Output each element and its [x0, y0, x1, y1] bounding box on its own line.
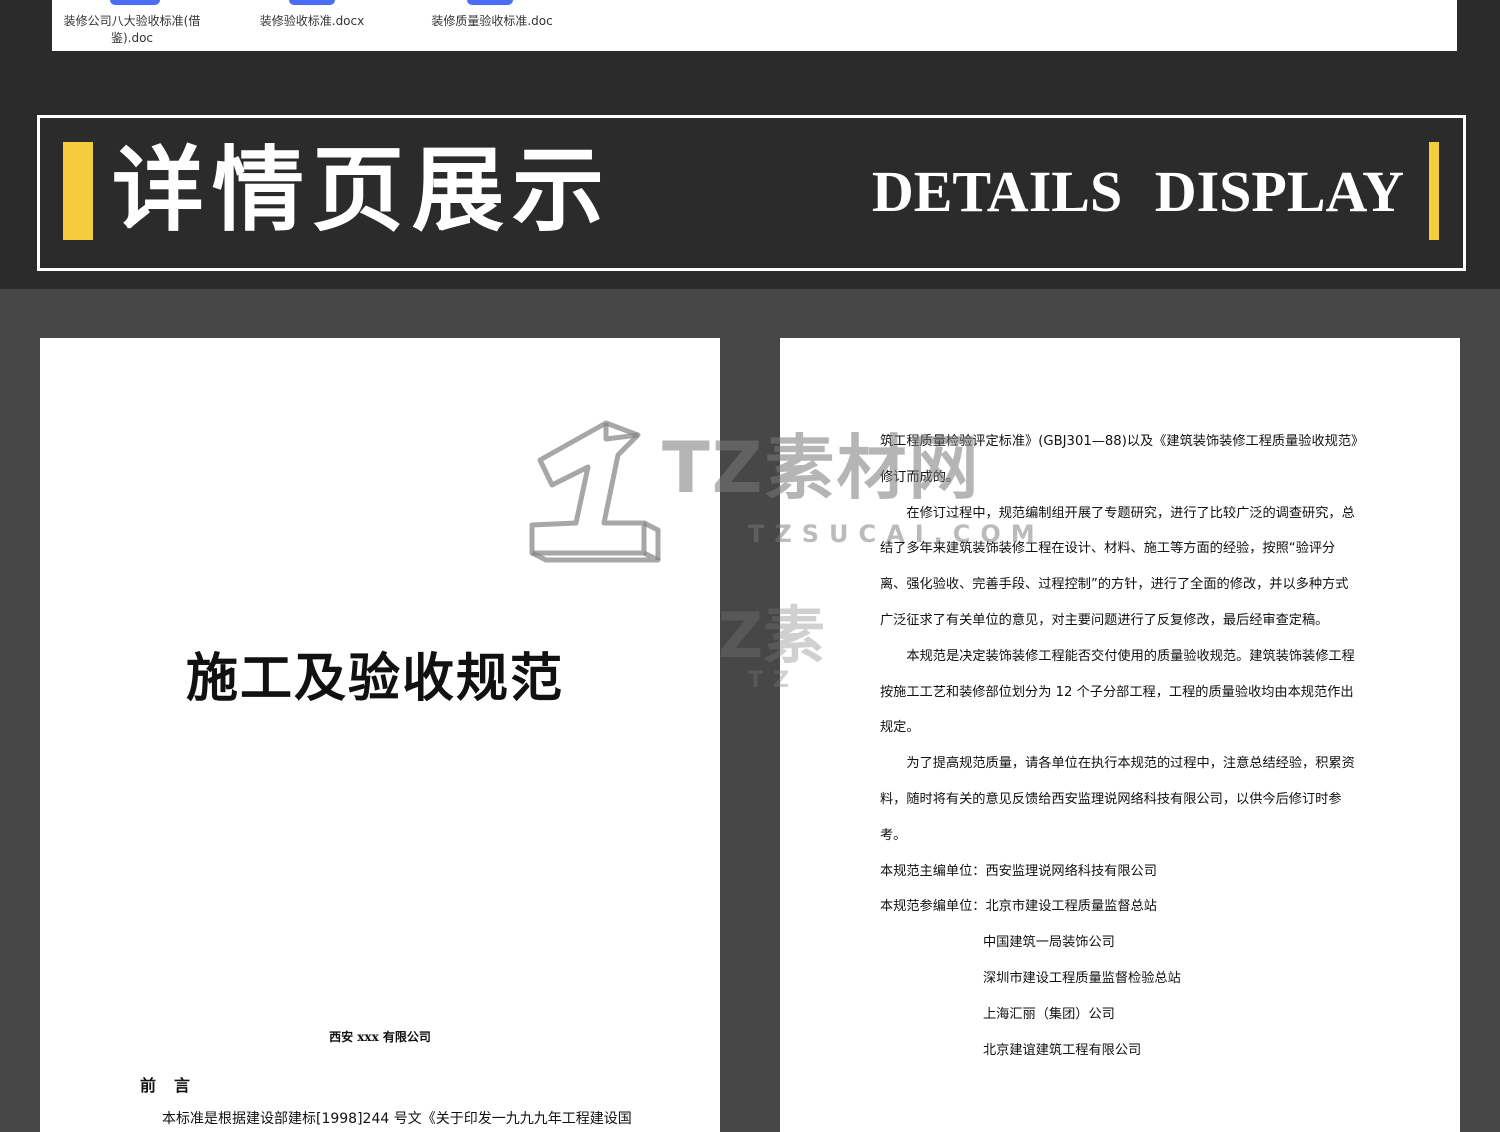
- doc-file-icon: [110, 0, 160, 5]
- company-name: 西安 xxx 有限公司: [329, 1030, 431, 1044]
- watermark-logo-icon: [529, 420, 661, 563]
- accent-bar-left: [63, 142, 93, 240]
- preface-heading: 前言: [140, 1076, 209, 1095]
- document-title: 施工及验收规范: [186, 648, 565, 709]
- watermark-ghost-domain: TZ: [748, 668, 799, 693]
- doc-file-icon: [289, 0, 335, 5]
- watermark-brand: TZ素材网: [662, 427, 981, 509]
- banner-title-en: DETAILS DISPLAY: [871, 159, 1404, 224]
- paragraph: 本规范是决定装饰装修工程能否交付使用的质量验收规范。建筑装饰装修工程按施工工艺和…: [880, 648, 1355, 736]
- participating-unit: 深圳市建设工程质量监督检验总站: [983, 970, 1181, 986]
- participating-units-label: 本规范参编单位：北京市建设工程质量监督总站: [880, 899, 1157, 915]
- watermark-domain: TZSUCAI.COM: [748, 520, 1045, 548]
- participating-unit: 中国建筑一局装饰公司: [983, 935, 1115, 951]
- file-list-strip: 装修公司八大验收标准(借 鉴).doc 装修验收标准.docx 装修质量验收标准…: [52, 0, 1457, 51]
- participating-unit: 北京建谊建筑工程有限公司: [983, 1042, 1142, 1058]
- participating-unit: 上海汇丽（集团）公司: [983, 1006, 1115, 1022]
- accent-bar-right: [1429, 142, 1439, 240]
- file-name: 装修公司八大验收标准(借 鉴).doc: [63, 14, 201, 45]
- file-name: 装修质量验收标准.doc: [431, 14, 553, 28]
- watermark-ghost: Z素: [718, 599, 825, 672]
- paragraph: 为了提高规范质量，请各单位在执行本规范的过程中，注意总结经验，积累资料，随时将有…: [880, 756, 1355, 843]
- banner-title-cn: 详情页展示: [112, 137, 613, 244]
- preface-body: 本标准是根据建设部建标[1998]244 号文《关于印发一九九九年工程建设国: [162, 1111, 632, 1127]
- paragraph: 在修订过程中，规范编制组开展了专题研究，进行了比较广泛的调查研究，总结了多年来建…: [880, 505, 1355, 628]
- doc-file-icon: [467, 0, 513, 5]
- chief-editor-unit: 本规范主编单位：西安监理说网络科技有限公司: [880, 863, 1157, 879]
- file-name: 装修验收标准.docx: [259, 14, 365, 28]
